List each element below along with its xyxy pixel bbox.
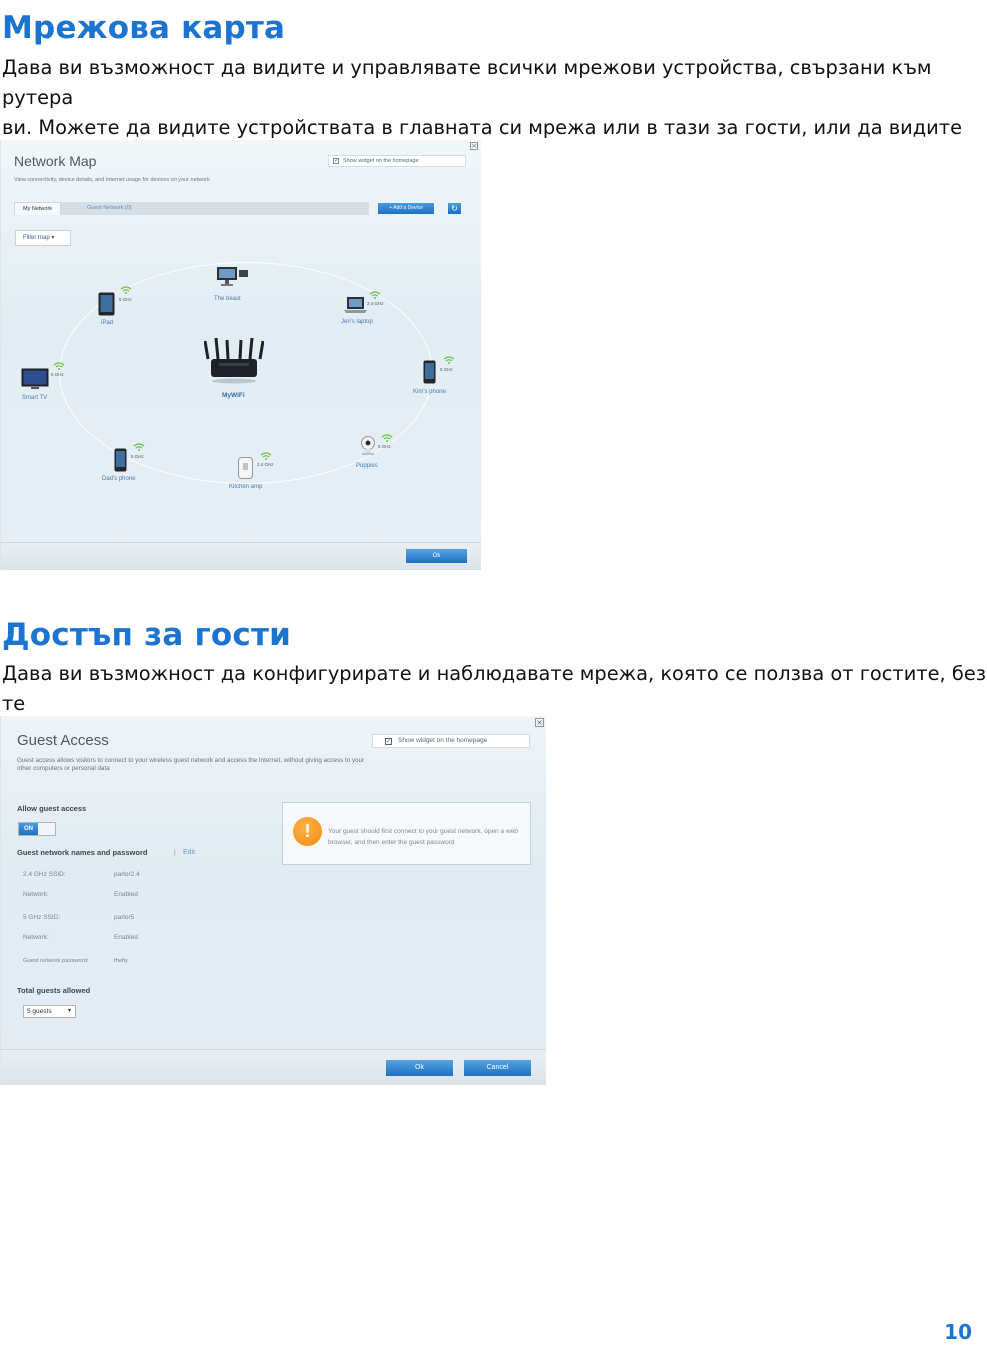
- password-key: Guest network password:: [23, 958, 89, 964]
- wifi-icon: [260, 452, 272, 460]
- device-label: Jen's laptop: [341, 319, 373, 325]
- separator: |: [174, 849, 176, 856]
- page-number: 10: [944, 1320, 972, 1344]
- ssid-24-value: parlor2.4: [114, 871, 140, 878]
- warning-icon: !: [293, 817, 322, 846]
- filter-map-dropdown[interactable]: Filter map ▾: [15, 230, 71, 246]
- ssid-5-value: parlor5: [114, 914, 135, 921]
- refresh-icon[interactable]: ↻: [448, 203, 461, 214]
- device-label: Kitchen amp: [229, 484, 263, 490]
- cancel-button[interactable]: Cancel: [464, 1060, 531, 1076]
- band-label: 5 GHz: [440, 367, 453, 372]
- add-device-button[interactable]: + Add a Device: [378, 203, 434, 214]
- paragraph-line: Дава ви възможност да конфигурирате и на…: [2, 662, 987, 715]
- ssid-5-key: 5 GHz SSID:: [23, 914, 61, 921]
- smartphone-icon: [114, 448, 127, 472]
- guest-access-screenshot: × Guest Access Guest access allows visit…: [0, 716, 546, 1085]
- show-widget-label: Show widget on the homepage: [398, 737, 488, 744]
- network-5-key: Network:: [23, 934, 49, 941]
- router-label: MyWiFi: [222, 392, 245, 399]
- band-label: 5 GHz: [131, 454, 144, 459]
- device-label: The beast: [214, 296, 241, 302]
- device-label: Smart TV: [22, 395, 48, 401]
- router-icon[interactable]: [204, 337, 264, 387]
- ssid-24-key: 2.4 GHz SSID:: [23, 871, 66, 878]
- ok-button[interactable]: Ok: [406, 549, 467, 563]
- smartphone-icon: [423, 360, 436, 384]
- chevron-down-icon: ▾: [67, 1008, 71, 1014]
- section-heading-network-map: Мрежова карта: [2, 10, 286, 46]
- tab-my-network[interactable]: My Network: [14, 202, 62, 215]
- panel-subtitle: View connectivity, device details, and I…: [14, 177, 210, 183]
- tablet-icon: [98, 292, 115, 316]
- tab-guest-network[interactable]: Guest Network (0): [79, 202, 140, 215]
- smart-plug-icon: [238, 457, 253, 479]
- password-value: thefly: [114, 958, 128, 964]
- panel-title: Guest Access: [17, 732, 109, 749]
- wifi-icon: [53, 362, 65, 370]
- wifi-icon: [443, 356, 455, 364]
- laptop-icon: [344, 297, 367, 313]
- total-guests-label: Total guests allowed: [17, 986, 91, 995]
- close-icon[interactable]: ×: [470, 142, 478, 150]
- wifi-icon: [133, 443, 145, 451]
- desktop-computer-icon: [217, 267, 248, 286]
- network-24-value: Enabled: [114, 891, 138, 898]
- alert-text: Your guest should first connect to your …: [328, 828, 518, 846]
- camera-icon: [361, 436, 375, 455]
- panel-title: Network Map: [14, 153, 97, 169]
- ok-button[interactable]: Ok: [386, 1060, 453, 1076]
- show-widget-checkbox[interactable]: ✓ Show widget on the homepage: [372, 734, 530, 748]
- total-guests-select[interactable]: 5 guests ▾: [23, 1005, 76, 1018]
- filter-label: Filter map: [23, 235, 50, 241]
- network-map-screenshot: × Network Map View connectivity, device …: [0, 140, 481, 570]
- panel-subtitle: Guest access allows visitors to connect …: [17, 757, 365, 772]
- wifi-icon: [381, 434, 393, 442]
- network-24-key: Network:: [23, 891, 49, 898]
- guest-network-names-label: Guest network names and password: [17, 848, 148, 857]
- total-guests-value: 5 guests: [27, 1008, 52, 1015]
- paragraph-line: Дава ви възможност да видите и управлява…: [2, 56, 932, 109]
- show-widget-checkbox[interactable]: ✓ Show widget on the homepage: [328, 155, 466, 167]
- band-label: 5 GHz: [119, 297, 132, 302]
- tv-icon: [21, 368, 49, 389]
- paragraph-line: ви. Можете да видите устройствата в глав…: [2, 116, 963, 139]
- allow-guest-access-label: Allow guest access: [17, 804, 87, 813]
- band-label: 2.4 GHz: [257, 462, 274, 467]
- edit-link[interactable]: Edit: [183, 849, 195, 856]
- close-icon[interactable]: ×: [535, 718, 544, 727]
- device-label: Kim's phone: [413, 389, 446, 395]
- guest-access-toggle[interactable]: ON: [18, 822, 56, 836]
- checkbox-icon[interactable]: ✓: [333, 158, 339, 164]
- device-label: Puppies: [356, 463, 378, 469]
- toggle-on-label: ON: [19, 823, 38, 835]
- device-label: iPad: [101, 320, 114, 326]
- device-label: Dad's phone: [102, 476, 136, 482]
- tab-bar: [14, 202, 369, 215]
- show-widget-label: Show widget on the homepage: [343, 158, 419, 164]
- band-label: 2.4 GHz: [367, 301, 384, 306]
- info-alert-box: ! Your guest should first connect to you…: [282, 802, 531, 865]
- checkbox-icon[interactable]: ✓: [385, 738, 392, 745]
- band-label: 5 GHz: [378, 444, 391, 449]
- section-heading-guest-access: Достъп за гости: [2, 617, 292, 653]
- wifi-icon: [369, 291, 381, 299]
- band-label: 5 GHz: [51, 372, 64, 377]
- wifi-icon: [120, 286, 132, 294]
- network-5-value: Enabled: [114, 934, 138, 941]
